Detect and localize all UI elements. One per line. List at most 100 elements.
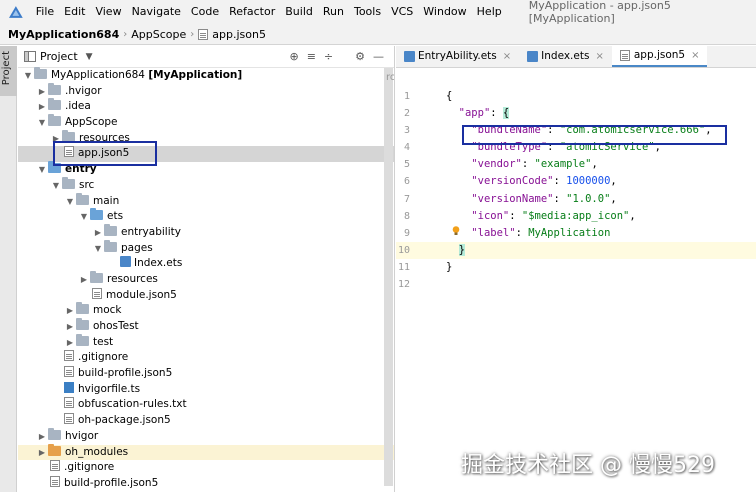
project-panel-title[interactable]: Project — [40, 50, 78, 63]
line-number: 4 — [403, 142, 410, 154]
hide-icon[interactable]: — — [373, 50, 384, 63]
code-string: "com.atomicservice.666" — [559, 124, 706, 137]
gear-icon[interactable]: ⚙ — [355, 50, 365, 63]
chevron-right-icon[interactable]: ▶ — [36, 99, 48, 115]
project-view-icon — [24, 51, 36, 62]
chevron-right-icon[interactable]: ▶ — [36, 429, 48, 445]
menu-tools[interactable]: Tools — [349, 0, 386, 24]
tree-item-root-build-profile[interactable]: build-profile.json5 — [18, 475, 394, 492]
menu-view[interactable]: View — [90, 0, 126, 24]
tree-item-hvigor-hidden[interactable]: ▶ .hvigor — [18, 82, 394, 100]
chevron-down-icon[interactable]: ▼ — [36, 115, 48, 131]
tree-item-entry-gitignore[interactable]: .gitignore — [18, 350, 394, 366]
menu-file[interactable]: File — [31, 0, 59, 24]
tab-label: EntryAbility.ets — [418, 50, 497, 62]
chevron-right-icon[interactable]: ▶ — [36, 445, 48, 461]
breadcrumb-folder[interactable]: AppScope — [131, 28, 186, 41]
chevron-right-icon[interactable]: ▶ — [50, 131, 62, 147]
tree-item-entry[interactable]: ▼ entry — [18, 161, 394, 178]
tree-item-module-json5[interactable]: module.json5 — [18, 287, 394, 304]
chevron-right-icon[interactable]: ▶ — [64, 335, 76, 351]
folder-icon — [76, 318, 89, 330]
collapse-all-icon[interactable]: ÷ — [324, 50, 333, 63]
tree-item-appscope-resources[interactable]: ▶ resources — [18, 129, 394, 147]
tree-item-pages[interactable]: ▼ pages — [18, 239, 394, 257]
editor: EntryAbility.ets × Index.ets × app.json5… — [396, 45, 756, 492]
chevron-right-icon[interactable]: ▶ — [36, 84, 48, 100]
chevron-down-icon[interactable]: ▼ — [78, 209, 90, 225]
chevron-right-icon[interactable]: ▶ — [64, 303, 76, 319]
menu-code[interactable]: Code — [186, 0, 224, 24]
menu-run[interactable]: Run — [318, 0, 349, 24]
tree-item-src[interactable]: ▼ src — [18, 176, 394, 194]
tree-item-label: hvigor — [65, 429, 99, 442]
code-key: "versionName" — [471, 192, 554, 205]
chevron-right-icon[interactable]: ▶ — [78, 272, 90, 288]
tree-item-main-resources[interactable]: ▶ resources — [18, 270, 394, 288]
menu-edit[interactable]: Edit — [59, 0, 90, 24]
folder-icon — [62, 129, 75, 142]
panel-toolbar: ⊕ ≡ ÷ ⚙ — — [289, 50, 394, 63]
tree-item-app-json5[interactable]: app.json5 — [18, 146, 394, 163]
menu-help[interactable]: Help — [472, 0, 507, 24]
tab-index-ets[interactable]: Index.ets × — [519, 45, 612, 67]
tree-item-obfuscation-rules[interactable]: obfuscation-rules.txt — [18, 397, 394, 413]
code-number: 1000000 — [566, 175, 611, 188]
tree-item-index-ets[interactable]: Index.ets — [18, 256, 394, 272]
line-number: 2 — [403, 108, 410, 120]
tree-item-main[interactable]: ▼ main — [18, 192, 394, 210]
close-icon[interactable]: × — [691, 50, 699, 61]
chevron-right-icon[interactable]: ▶ — [92, 225, 104, 241]
tab-app-json5[interactable]: app.json5 × — [611, 45, 708, 67]
close-icon[interactable]: × — [595, 51, 603, 62]
chevron-down-icon[interactable]: ▼ — [64, 194, 76, 210]
menu-window[interactable]: Window — [418, 0, 471, 24]
vertical-scrollbar[interactable] — [384, 68, 393, 486]
tree-item-entry-build-profile[interactable]: build-profile.json5 — [18, 366, 394, 382]
project-panel: Project ▼ ⊕ ≡ ÷ ⚙ — ▼ MyApplication684 [M… — [18, 46, 395, 492]
tree-item-entryability[interactable]: ▶ entryability — [18, 223, 394, 241]
code-line-1: { — [446, 88, 712, 105]
chevron-down-icon[interactable]: ▼ — [36, 162, 48, 178]
menu-navigate[interactable]: Navigate — [127, 0, 186, 24]
menu-refactor[interactable]: Refactor — [224, 0, 280, 24]
locate-icon[interactable]: ⊕ — [289, 50, 298, 63]
chevron-down-icon[interactable]: ▼ — [50, 178, 62, 194]
line-number: 8 — [403, 210, 410, 222]
tree-item-ets[interactable]: ▼ ets — [18, 208, 394, 225]
tree-item-label: .gitignore — [78, 351, 129, 364]
tree-item-hvigorfile-ts[interactable]: hvigorfile.ts — [18, 381, 394, 398]
tree-item-mock[interactable]: ▶ mock — [18, 302, 394, 319]
tree-item-hvigor[interactable]: ▶ hvigor — [18, 427, 394, 445]
tree-item-ohostest[interactable]: ▶ ohosTest — [18, 318, 394, 335]
line-number: 3 — [403, 125, 410, 137]
breadcrumb-file[interactable]: app.json5 — [212, 28, 266, 41]
tree-item-root-gitignore[interactable]: .gitignore — [18, 460, 394, 476]
tree-item-idea[interactable]: ▶ .idea — [18, 98, 394, 115]
expand-all-icon[interactable]: ≡ — [307, 50, 316, 63]
folder-icon — [76, 192, 89, 205]
close-icon[interactable]: × — [503, 51, 511, 62]
tree-item-oh-modules[interactable]: ▶ oh_modules — [18, 443, 394, 461]
chevron-down-icon[interactable]: ▼ — [92, 241, 104, 257]
tool-tab-project[interactable]: Project — [0, 46, 17, 96]
breadcrumb-project[interactable]: MyApplication684 — [8, 28, 119, 41]
tree-item-label: build-profile.json5 — [78, 367, 173, 380]
read-only-marker: ro — [386, 72, 394, 83]
line-number: 1 — [403, 91, 410, 102]
tree-item-project-root[interactable]: ▼ MyApplication684 [MyApplication] — [18, 67, 394, 84]
tree-item-test[interactable]: ▶ test — [18, 333, 394, 351]
code-string: MyApplication — [528, 226, 611, 239]
menu-vcs[interactable]: VCS — [386, 0, 418, 24]
chevron-down-icon[interactable]: ▼ — [22, 68, 34, 84]
chevron-right-icon[interactable]: ▶ — [64, 319, 76, 335]
tree-item-label: entryability — [121, 225, 181, 238]
tree-item-oh-package[interactable]: oh-package.json5 — [18, 413, 394, 429]
excluded-folder-icon — [48, 443, 61, 456]
tree-item-appscope[interactable]: ▼ AppScope — [18, 114, 394, 131]
folder-icon — [104, 223, 117, 236]
tab-entryability-ets[interactable]: EntryAbility.ets × — [396, 45, 519, 67]
chevron-down-icon[interactable]: ▼ — [86, 52, 93, 62]
module-folder-icon — [48, 161, 61, 174]
menu-build[interactable]: Build — [280, 0, 318, 24]
